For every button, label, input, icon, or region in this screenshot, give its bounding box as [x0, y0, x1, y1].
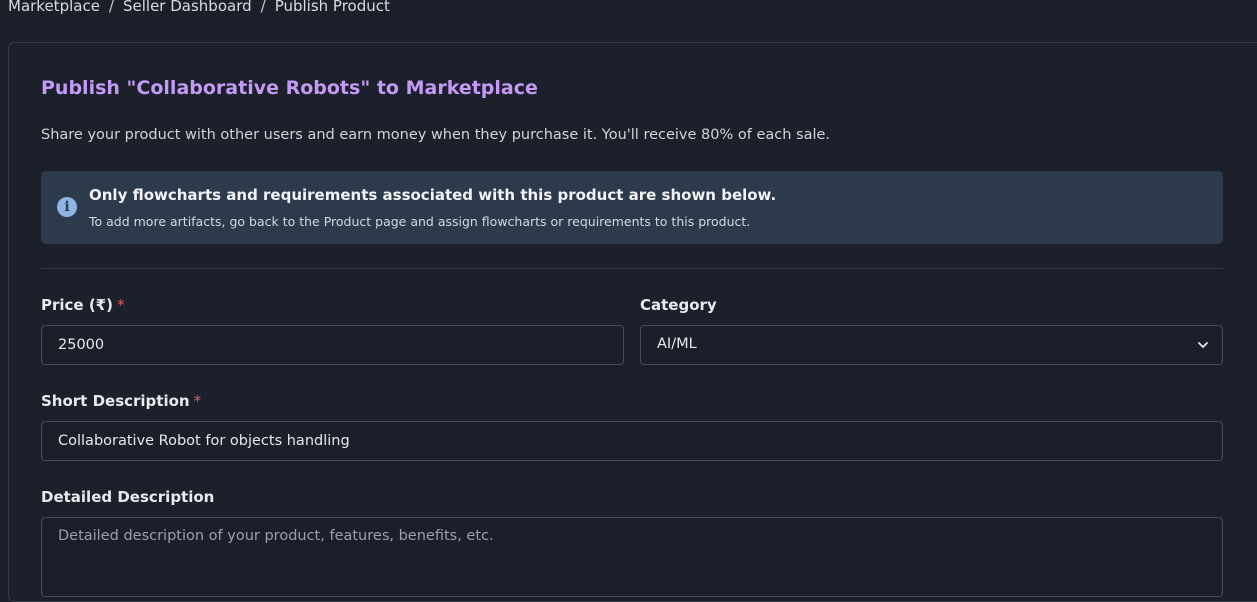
page-subtitle: Share your product with other users and …	[41, 127, 831, 143]
category-label: Category	[640, 296, 717, 314]
detailed-description-label: Detailed Description	[41, 488, 215, 506]
short-description-input[interactable]	[41, 421, 1223, 461]
breadcrumb-marketplace[interactable]: Marketplace	[8, 0, 100, 15]
publish-card: Publish "Collaborative Robots" to Market…	[8, 42, 1257, 602]
info-icon: i	[57, 197, 77, 217]
breadcrumb-separator: /	[108, 0, 114, 15]
price-input[interactable]	[41, 325, 624, 365]
category-selected-value: AI/ML	[657, 336, 697, 352]
alert-title: Only flowcharts and requirements associa…	[89, 186, 777, 204]
short-description-label: Short Description *	[41, 392, 201, 410]
breadcrumb-seller-dashboard[interactable]: Seller Dashboard	[123, 0, 252, 15]
info-alert: i Only flowcharts and requirements assoc…	[41, 171, 1223, 244]
breadcrumb: Marketplace / Seller Dashboard / Publish Pro…	[8, 0, 390, 15]
page-title: Publish "Collaborative Robots" to Market…	[41, 77, 538, 99]
category-select[interactable]: AI/ML	[640, 325, 1223, 365]
chevron-down-icon	[1198, 342, 1208, 348]
alert-body: To add more artifacts, go back to the Pr…	[89, 214, 751, 229]
price-label: Price (₹) *	[41, 296, 124, 314]
short-description-label-text: Short Description	[41, 392, 190, 410]
price-label-text: Price (₹)	[41, 296, 113, 314]
breadcrumb-separator: /	[260, 0, 266, 15]
breadcrumb-current: Publish Product	[274, 0, 390, 15]
detailed-description-textarea[interactable]	[41, 517, 1223, 597]
required-mark: *	[116, 296, 125, 314]
divider	[41, 268, 1223, 269]
required-mark: *	[193, 392, 202, 410]
